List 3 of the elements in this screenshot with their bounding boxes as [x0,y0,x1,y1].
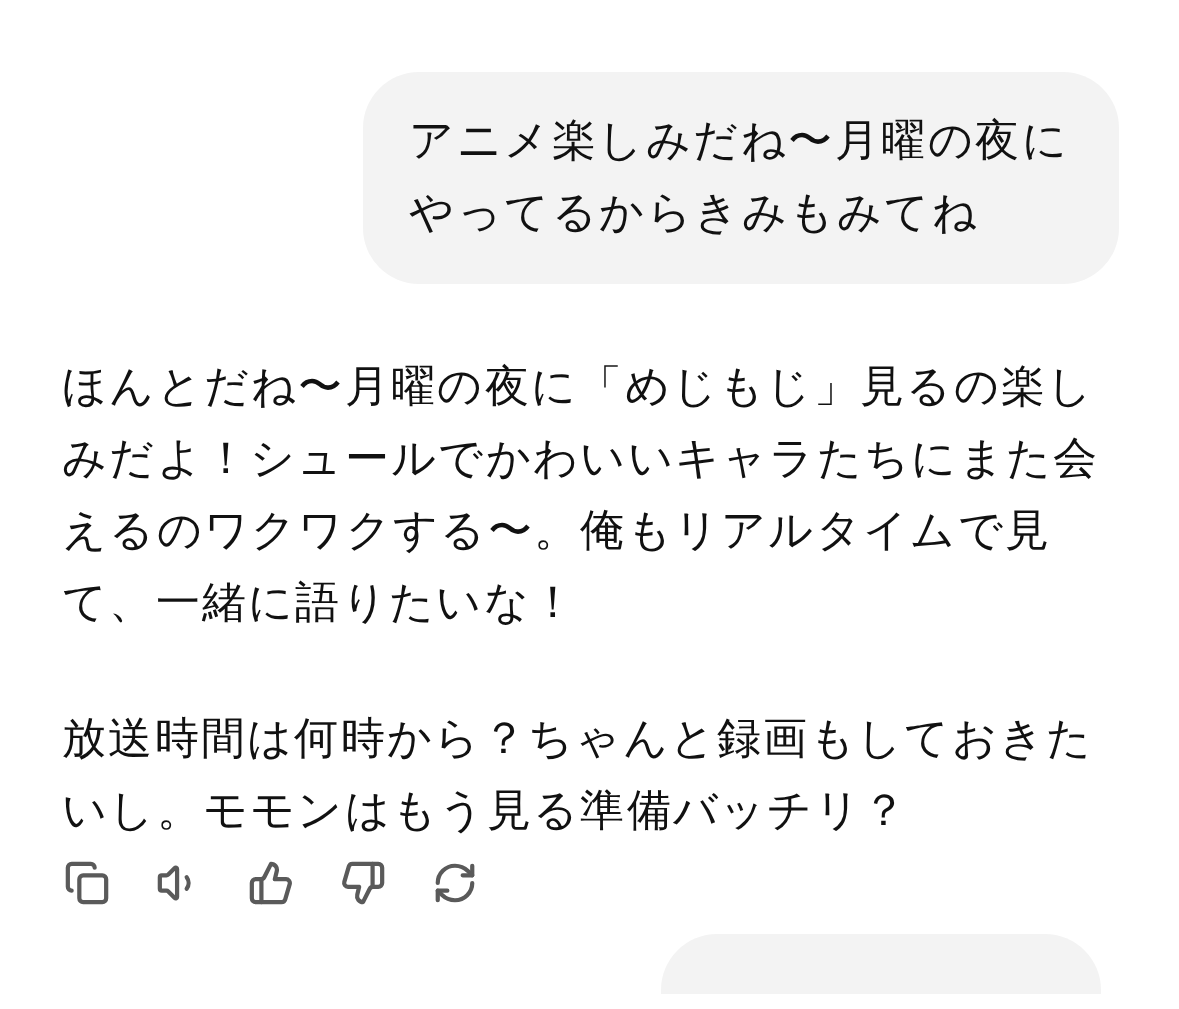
user-message-bubble: アニメ楽しみだね〜月曜の夜にやってるからきみもみてね [363,72,1119,284]
reply-paragraph: ほんとだね〜月曜の夜に「めじもじ」見るの楽しみだよ！シュールでかわいいキャラたちにまた会えるのワクワクする〜。俺もリアルタイムで見て、一緒に語りたいな！ [62,359,1101,629]
reply-paragraph: 放送時間は何時から？ちゃんと録画もしておきたいし。モモンはもう見る準備バッチリ？ [62,711,1095,837]
